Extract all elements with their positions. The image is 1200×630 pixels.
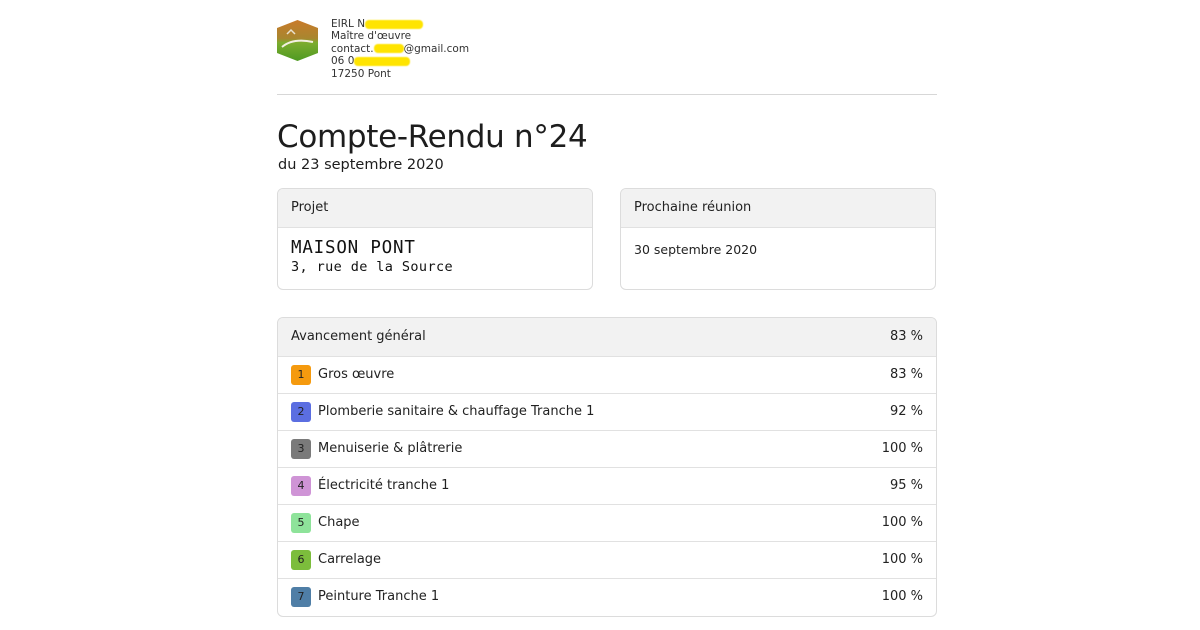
progress-row: 4 Électricité tranche 1 95 % [278,467,936,504]
company-email-line: contact. @gmail.com [331,43,469,55]
page-subtitle: du 23 septembre 2020 [278,157,444,173]
progress-row: 2 Plomberie sanitaire & chauffage Tranch… [278,393,936,430]
lot-label: Électricité tranche 1 [318,478,450,493]
project-card-header: Projet [278,189,592,228]
lot-label: Peinture Tranche 1 [318,589,440,604]
progress-row: 5 Chape 100 % [278,504,936,541]
project-card: Projet MAISON PONT 3, rue de la Source [277,188,593,290]
progress-header-label: Avancement général [291,329,426,344]
lot-number-badge: 1 [291,365,311,385]
project-address: 3, rue de la Source [291,259,454,275]
progress-header-row: Avancement général 83 % [278,318,936,356]
redacted-name [365,19,424,29]
lot-number-badge: 3 [291,439,311,459]
lot-progress-value: 100 % [881,552,923,567]
redacted-phone [354,56,411,66]
progress-table: Avancement général 83 % 1 Gros œuvre 83 … [277,317,937,617]
lot-progress-value: 100 % [881,441,923,456]
lot-label: Carrelage [318,552,382,567]
progress-row: 3 Menuiserie & plâtrerie 100 % [278,430,936,467]
lot-progress-value: 100 % [881,515,923,530]
lot-number-badge: 7 [291,587,311,607]
phone-prefix: 06 0 [331,55,355,68]
lot-number-badge: 2 [291,402,311,422]
redacted-email [373,44,404,54]
email-prefix: contact. [331,42,374,55]
lot-number-badge: 6 [291,550,311,570]
email-suffix: @gmail.com [403,42,470,55]
lot-number-badge: 5 [291,513,311,533]
next-meeting-card-header: Prochaine réunion [621,189,935,228]
lot-label: Plomberie sanitaire & chauffage Tranche … [318,404,595,419]
lot-progress-value: 83 % [889,367,923,382]
page-title: Compte-Rendu n°24 [277,119,588,155]
company-info: EIRL N Maître d'œuvre contact. @gmail.com… [331,18,469,80]
project-card-body: MAISON PONT 3, rue de la Source [278,238,592,276]
company-logo [277,20,318,61]
next-meeting-date: 30 septembre 2020 [634,242,758,257]
next-meeting-card-body: 30 septembre 2020 [621,242,935,258]
company-phone-line: 06 0 [331,55,469,67]
project-name: MAISON PONT [291,238,416,258]
header-divider [277,94,937,95]
lot-progress-value: 92 % [889,404,923,419]
lot-progress-value: 100 % [881,589,923,604]
next-meeting-card: Prochaine réunion 30 septembre 2020 [620,188,936,290]
lot-label: Menuiserie & plâtrerie [318,441,463,456]
lot-label: Chape [318,515,360,530]
progress-row: 6 Carrelage 100 % [278,541,936,578]
progress-row: 7 Peinture Tranche 1 100 % [278,578,936,615]
company-name-line: EIRL N [331,18,469,30]
company-name: EIRL N [331,18,366,30]
lot-progress-value: 95 % [889,478,923,493]
lot-label: Gros œuvre [318,367,395,382]
company-header: EIRL N Maître d'œuvre contact. @gmail.com… [277,18,937,94]
progress-header-value: 83 % [889,329,923,344]
company-city: 17250 Pont [331,67,391,80]
company-role: Maître d'œuvre [331,30,412,43]
progress-row: 1 Gros œuvre 83 % [278,356,936,393]
lot-number-badge: 4 [291,476,311,496]
